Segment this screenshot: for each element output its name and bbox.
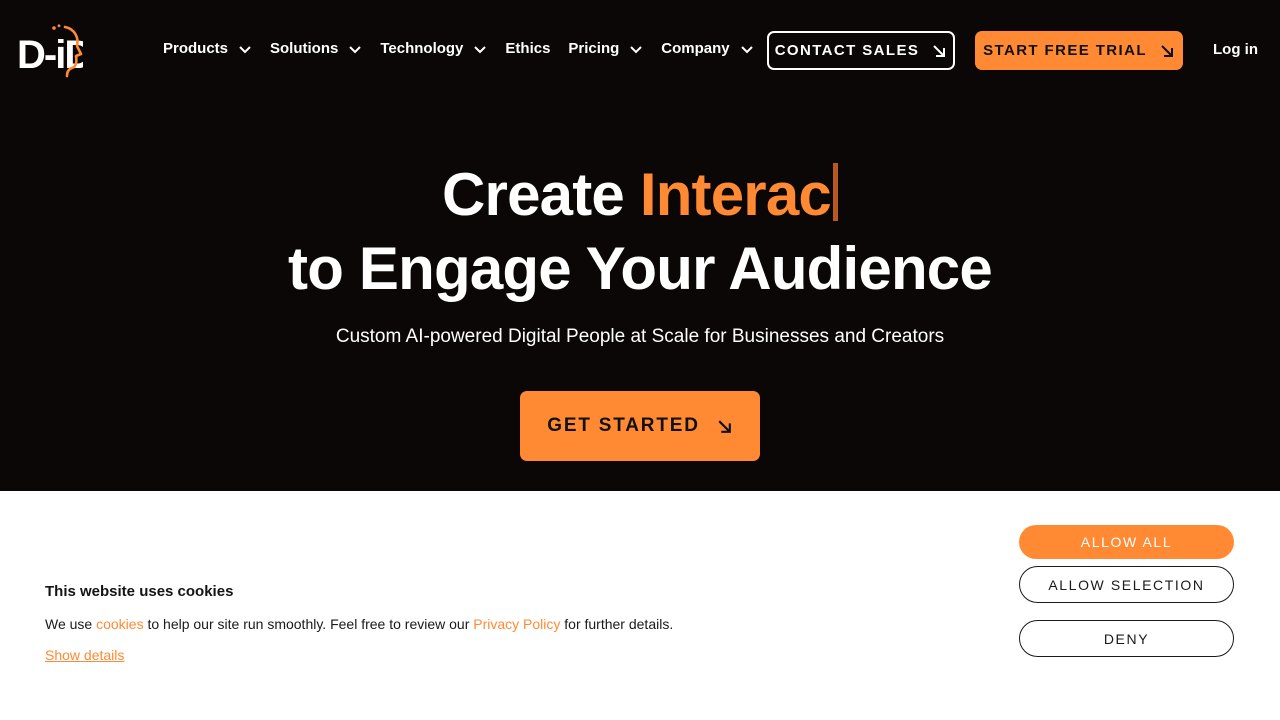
hero-subtitle: Custom AI-powered Digital People at Scal…	[335, 326, 945, 347]
privacy-policy-link[interactable]: Privacy Policy	[473, 616, 560, 632]
chevron-down-icon	[239, 46, 251, 54]
nav-label: Technology	[380, 40, 464, 57]
arrow-down-right-icon	[933, 44, 946, 57]
hero-title: Create Interac to Engage Your Audience	[0, 158, 1280, 306]
deny-button[interactable]: DENY	[1019, 620, 1234, 657]
login-link[interactable]: Log in	[1213, 41, 1258, 58]
get-started-button[interactable]: GET STARTED	[520, 391, 760, 461]
nav-label: Ethics	[505, 40, 551, 57]
nav-company[interactable]: Company	[661, 40, 753, 57]
nav-label: Products	[163, 40, 229, 57]
main-nav: Products Solutions Technology Ethics Pri…	[163, 40, 772, 57]
show-details-link[interactable]: Show details	[45, 647, 124, 663]
nav-solutions[interactable]: Solutions	[270, 40, 362, 57]
contact-sales-label: CONTACT SALES	[774, 42, 920, 59]
nav-label: Pricing	[568, 40, 620, 57]
typing-caret	[833, 163, 838, 221]
nav-pricing[interactable]: Pricing	[568, 40, 643, 57]
nav-label: Solutions	[270, 40, 339, 57]
cookie-text: We use cookies to help our site run smoo…	[45, 616, 673, 632]
hero-title-line1: Create Interac	[0, 158, 1280, 232]
nav-label: Company	[661, 40, 730, 57]
start-free-trial-label: START FREE TRIAL	[983, 42, 1147, 59]
chevron-down-icon	[630, 46, 642, 54]
nav-ethics[interactable]: Ethics	[505, 40, 550, 57]
cookie-text-part: to help our site run smoothly. Feel free…	[143, 616, 474, 632]
cookie-text-part: We use	[45, 616, 97, 632]
top-navigation-bar: D-iD Products Solutions Technology Ethic…	[0, 0, 1280, 100]
get-started-label: GET STARTED	[547, 415, 700, 436]
hero-title-prefix: Create	[441, 161, 640, 228]
allow-selection-button[interactable]: ALLOW SELECTION	[1019, 566, 1234, 603]
contact-sales-button[interactable]: CONTACT SALES	[767, 31, 955, 70]
did-logo[interactable]: D-iD	[17, 24, 94, 78]
cookie-banner: This website uses cookies We use cookies…	[0, 491, 1280, 720]
hero-title-typed-word: Interac	[639, 161, 832, 228]
svg-text:D-iD: D-iD	[17, 33, 83, 77]
arrow-down-right-icon	[718, 419, 731, 433]
chevron-down-icon	[349, 46, 362, 54]
chevron-down-icon	[474, 46, 487, 54]
allow-all-button[interactable]: ALLOW ALL	[1019, 525, 1234, 559]
nav-technology[interactable]: Technology	[380, 40, 487, 57]
hero-title-line2: to Engage Your Audience	[288, 235, 993, 302]
cookie-text-part: for further details.	[560, 616, 674, 632]
nav-products[interactable]: Products	[163, 40, 252, 57]
cookie-title: This website uses cookies	[45, 583, 234, 600]
cookies-link[interactable]: cookies	[96, 616, 143, 632]
start-free-trial-button[interactable]: START FREE TRIAL	[975, 31, 1183, 70]
arrow-down-right-icon	[1161, 44, 1173, 57]
chevron-down-icon	[740, 46, 753, 54]
